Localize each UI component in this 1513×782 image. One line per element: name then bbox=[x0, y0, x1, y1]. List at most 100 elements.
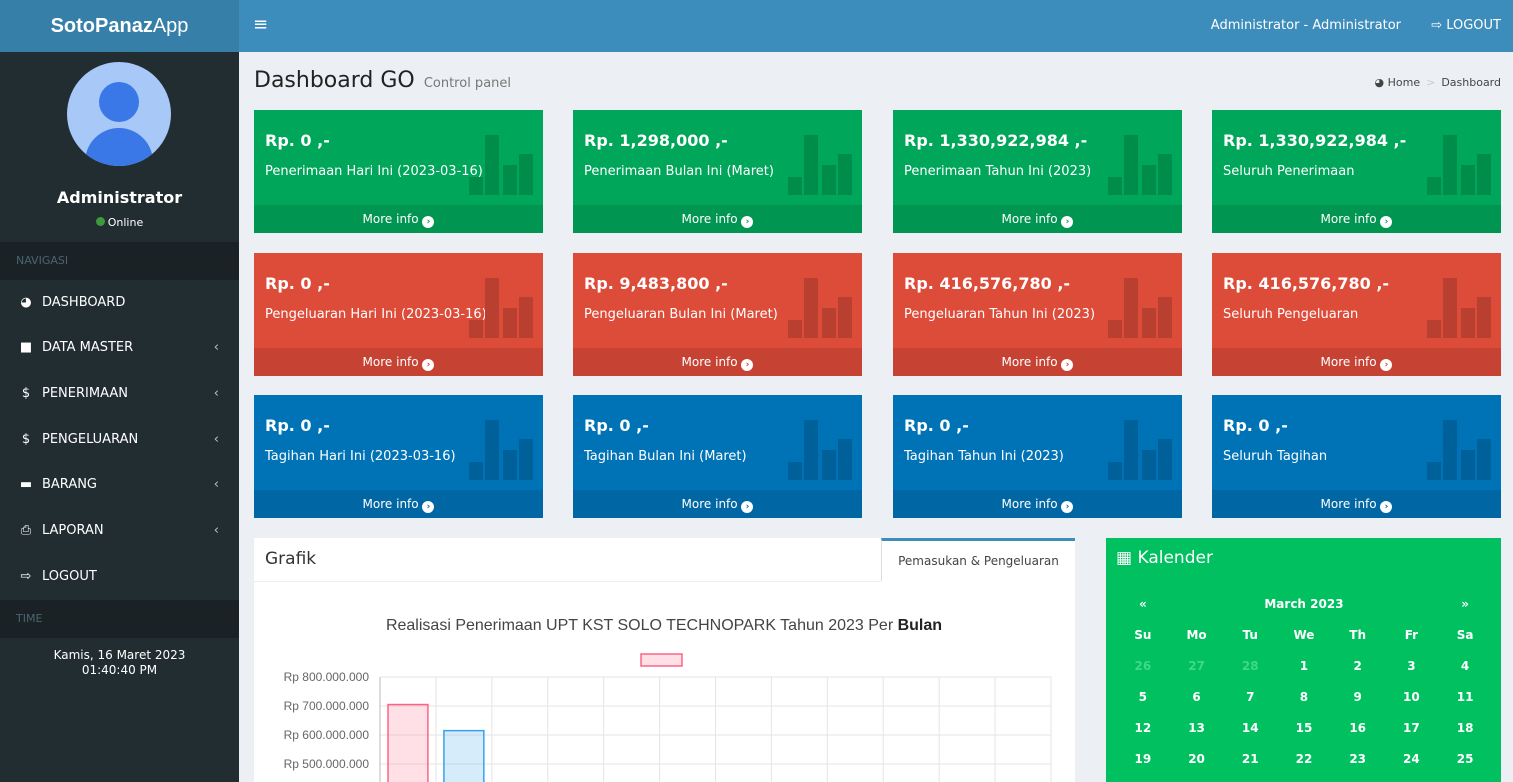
briefcase-icon: ▬ bbox=[19, 477, 33, 492]
calendar-day[interactable]: 16 bbox=[1331, 712, 1385, 743]
more-info-link[interactable]: More info › bbox=[573, 490, 862, 518]
sidebar-item-data-master[interactable]: ■ DATA MASTER ‹ bbox=[0, 326, 239, 370]
calendar-day[interactable]: 8 bbox=[1277, 681, 1331, 712]
more-info-link[interactable]: More info › bbox=[1212, 490, 1501, 518]
calendar-day[interactable]: 9 bbox=[1331, 681, 1385, 712]
stat-value: Rp. 416,576,780 ,- bbox=[1223, 274, 1390, 293]
calendar-day[interactable]: 5 bbox=[1116, 681, 1170, 712]
breadcrumb: ◕ Home > Dashboard bbox=[1374, 76, 1502, 89]
calendar-day[interactable]: 22 bbox=[1277, 743, 1331, 774]
arrow-circle-right-icon: › bbox=[741, 501, 754, 513]
sidebar-item-dashboard[interactable]: ◕ DASHBOARD bbox=[0, 281, 239, 325]
y-tick-label: Rp 600.000.000 bbox=[284, 728, 370, 742]
more-info-link[interactable]: More info › bbox=[893, 348, 1182, 376]
stat-card-penerimaan-hari-ini: Rp. 0 ,- Penerimaan Hari Ini (2023-03-16)… bbox=[254, 110, 543, 233]
user-menu[interactable]: Administrator - Administrator bbox=[1211, 0, 1401, 52]
stat-card-pengeluaran-tahun-ini: Rp. 416,576,780 ,- Pengeluaran Tahun Ini … bbox=[893, 253, 1182, 376]
more-info-link[interactable]: More info › bbox=[254, 205, 543, 233]
calendar-icon: ▦ bbox=[1116, 548, 1138, 568]
calendar-day[interactable]: 28 bbox=[1223, 650, 1277, 681]
bar-chart-icon bbox=[788, 135, 852, 195]
calendar-day[interactable]: 2 bbox=[1331, 650, 1385, 681]
more-info-link[interactable]: More info › bbox=[893, 490, 1182, 518]
stat-label: Seluruh Pengeluaran bbox=[1223, 307, 1359, 322]
more-info-link[interactable]: More info › bbox=[573, 348, 862, 376]
stat-label: Tagihan Bulan Ini (Maret) bbox=[584, 449, 747, 464]
calendar-day[interactable]: 20 bbox=[1170, 743, 1224, 774]
stat-card-penerimaan-bulan-ini: Rp. 1,298,000 ,- Penerimaan Bulan Ini (Ma… bbox=[573, 110, 862, 233]
bar-chart-icon bbox=[788, 420, 852, 480]
calendar-day[interactable]: 4 bbox=[1438, 650, 1492, 681]
bar-chart-icon bbox=[1108, 420, 1172, 480]
stat-card-penerimaan-seluruh: Rp. 1,330,922,984 ,- Seluruh Penerimaan Mo… bbox=[1212, 110, 1501, 233]
chart-title: Realisasi Penerimaan UPT KST SOLO TECHNO… bbox=[386, 617, 942, 634]
calendar-day[interactable]: 26 bbox=[1116, 650, 1170, 681]
calendar-day[interactable]: 18 bbox=[1438, 712, 1492, 743]
calendar-day[interactable]: 7 bbox=[1223, 681, 1277, 712]
calendar-day[interactable]: 27 bbox=[1170, 650, 1224, 681]
calendar-day[interactable]: 3 bbox=[1385, 650, 1439, 681]
logout-icon: ⇨ bbox=[1431, 18, 1447, 33]
more-info-link[interactable]: More info › bbox=[893, 205, 1182, 233]
more-info-link[interactable]: More info › bbox=[573, 205, 862, 233]
weekday-label: Tu bbox=[1242, 627, 1258, 642]
stat-card-tagihan-tahun-ini: Rp. 0 ,- Tagihan Tahun Ini (2023) More inf… bbox=[893, 395, 1182, 518]
menu-toggle-icon[interactable]: ≡ bbox=[253, 14, 268, 35]
sidebar-item-pengeluaran[interactable]: $ PENGELUARAN ‹ bbox=[0, 418, 239, 462]
calendar-next[interactable]: » bbox=[1438, 588, 1492, 619]
stat-card-pengeluaran-bulan-ini: Rp. 9,483,800 ,- Pengeluaran Bulan Ini (M… bbox=[573, 253, 862, 376]
breadcrumb-home[interactable]: Home bbox=[1388, 76, 1420, 89]
bar-chart-icon bbox=[788, 278, 852, 338]
calendar-prev[interactable]: « bbox=[1116, 588, 1170, 619]
chevron-left-icon: ‹ bbox=[213, 386, 219, 401]
bar-chart-icon bbox=[1427, 278, 1491, 338]
sidebar-item-penerimaan[interactable]: $ PENERIMAAN ‹ bbox=[0, 372, 239, 416]
grafik-title: Grafik bbox=[265, 549, 317, 569]
more-info-link[interactable]: More info › bbox=[254, 348, 543, 376]
stat-label: Pengeluaran Tahun Ini (2023) bbox=[904, 307, 1096, 322]
sidebar-item-laporan[interactable]: ⎙ LAPORAN ‹ bbox=[0, 509, 239, 553]
stat-label: Tagihan Tahun Ini (2023) bbox=[904, 449, 1064, 464]
tab-pemasukan-pengeluaran[interactable]: Pemasukan & Pengeluaran bbox=[881, 538, 1075, 581]
page-subtitle: Control panel bbox=[423, 76, 512, 91]
arrow-circle-right-icon: › bbox=[422, 501, 435, 513]
calendar-month[interactable]: March 2023 bbox=[1170, 588, 1439, 619]
dollar-icon: $ bbox=[21, 432, 31, 447]
calendar-day[interactable]: 11 bbox=[1438, 681, 1492, 712]
weekday-label: We bbox=[1293, 627, 1315, 642]
calendar-day[interactable]: 15 bbox=[1277, 712, 1331, 743]
clock-time: 01:40:40 PM bbox=[81, 663, 158, 677]
calendar-day[interactable]: 25 bbox=[1438, 743, 1492, 774]
stat-card-tagihan-seluruh: Rp. 0 ,- Seluruh Tagihan More info › bbox=[1212, 395, 1501, 518]
calendar-day[interactable]: 24 bbox=[1385, 743, 1439, 774]
more-info-link[interactable]: More info › bbox=[1212, 205, 1501, 233]
arrow-circle-right-icon: › bbox=[1061, 216, 1074, 228]
calendar-day[interactable]: 12 bbox=[1116, 712, 1170, 743]
app-brand[interactable]: SotoPanazApp bbox=[0, 0, 239, 52]
logout-link[interactable]: ⇨ LOGOUT bbox=[1431, 0, 1501, 52]
calendar-day[interactable]: 10 bbox=[1385, 681, 1439, 712]
calendar-day[interactable]: 14 bbox=[1223, 712, 1277, 743]
stat-value: Rp. 0 ,- bbox=[1223, 416, 1288, 435]
calendar-day[interactable]: 13 bbox=[1170, 712, 1224, 743]
calendar-day[interactable]: 23 bbox=[1331, 743, 1385, 774]
y-tick-label: Rp 700.000.000 bbox=[284, 699, 370, 713]
bar-chart-icon bbox=[1427, 135, 1491, 195]
chevron-left-icon: ‹ bbox=[213, 340, 219, 355]
more-info-link[interactable]: More info › bbox=[1212, 348, 1501, 376]
sidebar-item-logout[interactable]: ⇨ LOGOUT bbox=[0, 555, 239, 599]
bar-chart-icon bbox=[469, 278, 533, 338]
content-header: Dashboard GO Control panel bbox=[254, 68, 511, 93]
weekday-label: Fr bbox=[1404, 627, 1419, 642]
calendar-day[interactable]: 17 bbox=[1385, 712, 1439, 743]
stat-value: Rp. 9,483,800 ,- bbox=[584, 274, 728, 293]
online-dot-icon bbox=[95, 217, 105, 226]
more-info-link[interactable]: More info › bbox=[254, 490, 543, 518]
calendar-day[interactable]: 6 bbox=[1170, 681, 1224, 712]
calendar-day[interactable]: 1 bbox=[1277, 650, 1331, 681]
calendar-day[interactable]: 19 bbox=[1116, 743, 1170, 774]
calendar-day[interactable]: 21 bbox=[1223, 743, 1277, 774]
arrow-circle-right-icon: › bbox=[741, 359, 754, 371]
weekday-label: Th bbox=[1349, 627, 1367, 642]
sidebar-item-barang[interactable]: ▬ BARANG ‹ bbox=[0, 463, 239, 507]
